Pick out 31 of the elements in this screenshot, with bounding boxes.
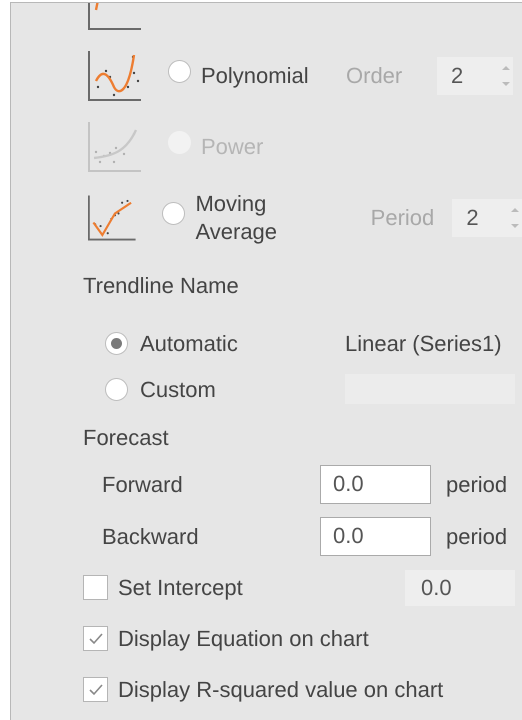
parameter-label: Period xyxy=(370,204,436,232)
check-icon xyxy=(88,682,104,696)
checkbox[interactable] xyxy=(83,575,108,600)
checkbox-label[interactable]: Display Equation on chart xyxy=(118,622,369,655)
checkbox[interactable] xyxy=(83,677,108,702)
chart-icon xyxy=(88,192,136,242)
number-input-field[interactable]: 0.0 xyxy=(320,516,431,556)
intercept-input-field[interactable]: 0.0 xyxy=(405,570,515,606)
field-label: Backward xyxy=(102,522,200,550)
radio-button[interactable] xyxy=(162,202,186,225)
field-label: Forward xyxy=(102,470,184,498)
radio-button[interactable] xyxy=(105,378,128,400)
radio-button[interactable] xyxy=(168,60,191,83)
number-input-field[interactable]: 0.0 xyxy=(320,464,431,504)
option-label[interactable]: Custom xyxy=(140,372,345,406)
section-heading: Trendline Name xyxy=(82,275,240,297)
automatic-name: Linear (Series1) xyxy=(345,330,502,358)
option-label[interactable]: Automatic xyxy=(140,326,345,360)
checkbox-label[interactable]: Set Intercept xyxy=(118,571,405,604)
check-icon xyxy=(88,632,104,646)
checkbox[interactable] xyxy=(83,626,108,651)
parameter-label: Order xyxy=(346,62,404,90)
section-heading: Forecast xyxy=(82,427,170,449)
unit-label: period xyxy=(446,470,508,499)
option-label[interactable]: Polynomial xyxy=(201,62,346,90)
option-label[interactable]: Moving Average xyxy=(195,190,326,245)
radio-button[interactable] xyxy=(105,332,128,354)
chart-icon xyxy=(88,122,142,172)
checkbox-label[interactable]: Display R-squared value on chart xyxy=(118,673,444,706)
unit-label: period xyxy=(446,522,508,551)
chart-icon xyxy=(88,50,142,100)
